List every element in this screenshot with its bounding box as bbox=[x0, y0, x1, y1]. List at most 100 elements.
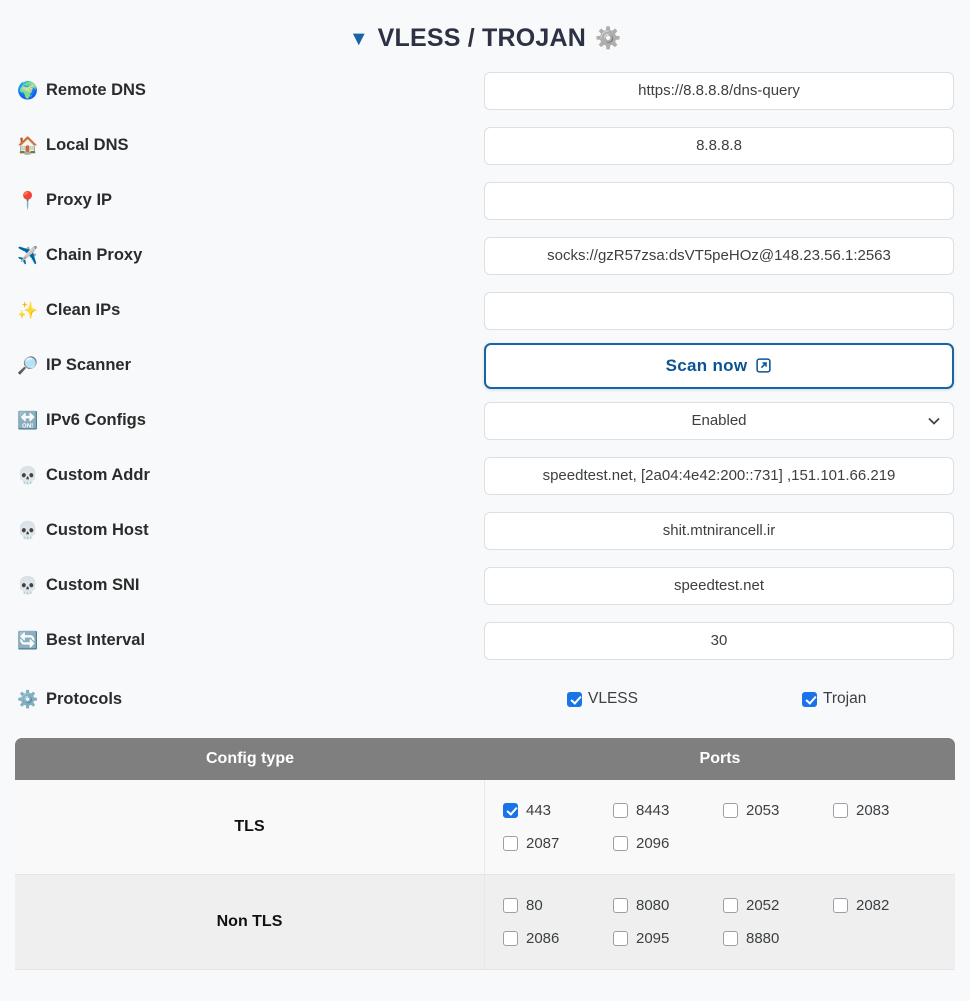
collapse-caret-icon[interactable]: ▼ bbox=[349, 29, 369, 49]
form-row: 🔎 IP Scanner Scan now bbox=[0, 338, 970, 393]
port-443-checkbox[interactable] bbox=[503, 803, 518, 818]
form-row-label-text: Remote DNS bbox=[46, 81, 146, 99]
form-row-label: 🔎 IP Scanner bbox=[17, 356, 484, 375]
table-row: Non TLS 80 8080 2052 2082 2086 2095 8880 bbox=[15, 875, 955, 970]
custom-host-input[interactable] bbox=[484, 511, 954, 550]
ports-table-header: Config type Ports bbox=[15, 738, 955, 780]
port-option[interactable]: 2087 bbox=[503, 827, 613, 860]
form-row: 💀 Custom SNI bbox=[0, 558, 970, 613]
skull-icon: 💀 bbox=[17, 466, 39, 485]
best-interval-input[interactable] bbox=[484, 621, 954, 660]
form-row-label-text: Local DNS bbox=[46, 136, 129, 154]
protocol-option[interactable]: VLESS bbox=[484, 690, 719, 708]
form-row-label: 🌍 Remote DNS bbox=[17, 81, 484, 100]
config-type-cell: TLS bbox=[15, 780, 485, 874]
port-8443-checkbox[interactable] bbox=[613, 803, 628, 818]
form-row-field bbox=[484, 236, 954, 275]
custom-sni-input[interactable] bbox=[484, 566, 954, 605]
port-label: 2052 bbox=[746, 897, 780, 914]
form-row-field: Scan now bbox=[484, 342, 954, 389]
port-2096-checkbox[interactable] bbox=[613, 836, 628, 851]
port-label: 8880 bbox=[746, 930, 780, 947]
form-row-field: Enabled bbox=[484, 401, 954, 440]
form-row-field bbox=[484, 456, 954, 495]
port-option[interactable]: 2082 bbox=[833, 889, 943, 922]
form-row-label: 💀 Custom SNI bbox=[17, 576, 484, 595]
form-row-label-text: Custom SNI bbox=[46, 576, 140, 594]
ports-cell: 80 8080 2052 2082 2086 2095 8880 bbox=[485, 875, 955, 969]
port-option[interactable]: 2096 bbox=[613, 827, 723, 860]
port-option[interactable]: 2086 bbox=[503, 922, 613, 955]
refresh-icon: 🔄 bbox=[17, 631, 39, 650]
port-option[interactable]: 2083 bbox=[833, 794, 943, 827]
form-row-label: 🏠 Local DNS bbox=[17, 136, 484, 155]
header-ports-label: Ports bbox=[699, 750, 741, 767]
port-label: 2083 bbox=[856, 802, 890, 819]
form-row: 📍 Proxy IP bbox=[0, 173, 970, 228]
protocol-vless-checkbox[interactable] bbox=[567, 691, 582, 707]
form-row-label: ✈️ Chain Proxy bbox=[17, 246, 484, 265]
chain-proxy-input[interactable] bbox=[484, 236, 954, 275]
port-option[interactable]: 2095 bbox=[613, 922, 723, 955]
remote-dns-input[interactable] bbox=[484, 71, 954, 110]
port-option[interactable]: 8880 bbox=[723, 922, 833, 955]
port-2086-checkbox[interactable] bbox=[503, 931, 518, 946]
port-2053-checkbox[interactable] bbox=[723, 803, 738, 818]
proxy-ip-input[interactable] bbox=[484, 181, 954, 220]
clean-ips-input[interactable] bbox=[484, 291, 954, 330]
port-2083-checkbox[interactable] bbox=[833, 803, 848, 818]
ipv6-configs-selected-value: Enabled bbox=[691, 411, 747, 429]
port-option[interactable]: 2052 bbox=[723, 889, 833, 922]
form-row-label: ✨ Clean IPs bbox=[17, 301, 484, 320]
port-2095-checkbox[interactable] bbox=[613, 931, 628, 946]
gear-icon[interactable]: ⚙️ bbox=[595, 28, 621, 49]
form-row-label-text: Chain Proxy bbox=[46, 246, 143, 264]
form-row-label: 🔄 Best Interval bbox=[17, 631, 484, 650]
port-label: 2096 bbox=[636, 835, 670, 852]
pin-icon: 📍 bbox=[17, 191, 39, 210]
port-option[interactable]: 80 bbox=[503, 889, 613, 922]
protocol-option[interactable]: Trojan bbox=[719, 690, 954, 708]
port-option[interactable]: 2053 bbox=[723, 794, 833, 827]
port-label: 2082 bbox=[856, 897, 890, 914]
header-config-type-label: Config type bbox=[206, 750, 294, 767]
protocols-options: VLESS Trojan bbox=[484, 690, 954, 708]
port-option[interactable]: 8443 bbox=[613, 794, 723, 827]
settings-form: 🌍 Remote DNS 🏠 Local DNS 📍 Proxy IP ✈️ Chain Pr… bbox=[0, 63, 970, 730]
form-row-label-text: Best Interval bbox=[46, 631, 146, 649]
chevron-down-icon bbox=[928, 403, 940, 439]
form-row-label: 💀 Custom Host bbox=[17, 521, 484, 540]
port-80-checkbox[interactable] bbox=[503, 898, 518, 913]
ipv6-configs-select[interactable]: Enabled bbox=[484, 401, 954, 440]
form-row-field bbox=[484, 621, 954, 660]
settings-page: ▼ VLESS / TROJAN ⚙️ 🌍 Remote DNS 🏠 Local DN… bbox=[0, 0, 970, 1001]
form-row-label: ⚙️ Protocols bbox=[17, 690, 484, 709]
gear-icon: ⚙️ bbox=[17, 689, 39, 709]
form-row-label-text: IP Scanner bbox=[46, 356, 131, 374]
scan-now-button[interactable]: Scan now bbox=[484, 342, 954, 389]
form-row-field bbox=[484, 511, 954, 550]
port-8080-checkbox[interactable] bbox=[613, 898, 628, 913]
port-2082-checkbox[interactable] bbox=[833, 898, 848, 913]
form-row-label-text: Clean IPs bbox=[46, 301, 121, 319]
form-row: 🔛 IPv6 Configs Enabled bbox=[0, 393, 970, 448]
globe-icon: 🌍 bbox=[17, 81, 39, 100]
external-link-icon bbox=[755, 357, 772, 374]
ports-table: Config type Ports TLS 443 8443 2053 2083 2087… bbox=[15, 738, 955, 970]
custom-addr-input[interactable] bbox=[484, 456, 954, 495]
protocol-trojan-checkbox[interactable] bbox=[802, 691, 817, 707]
page-title-text: VLESS / TROJAN bbox=[377, 24, 587, 52]
form-row: ✈️ Chain Proxy bbox=[0, 228, 970, 283]
port-option[interactable]: 443 bbox=[503, 794, 613, 827]
form-row: 🌍 Remote DNS bbox=[0, 63, 970, 118]
local-dns-input[interactable] bbox=[484, 126, 954, 165]
form-row-label-text: Custom Host bbox=[46, 521, 149, 539]
form-row: 💀 Custom Addr bbox=[0, 448, 970, 503]
form-row-field bbox=[484, 566, 954, 605]
config-type-cell: Non TLS bbox=[15, 875, 485, 969]
ports-cell: 443 8443 2053 2083 2087 2096 bbox=[485, 780, 955, 874]
port-2087-checkbox[interactable] bbox=[503, 836, 518, 851]
port-2052-checkbox[interactable] bbox=[723, 898, 738, 913]
port-option[interactable]: 8080 bbox=[613, 889, 723, 922]
port-8880-checkbox[interactable] bbox=[723, 931, 738, 946]
